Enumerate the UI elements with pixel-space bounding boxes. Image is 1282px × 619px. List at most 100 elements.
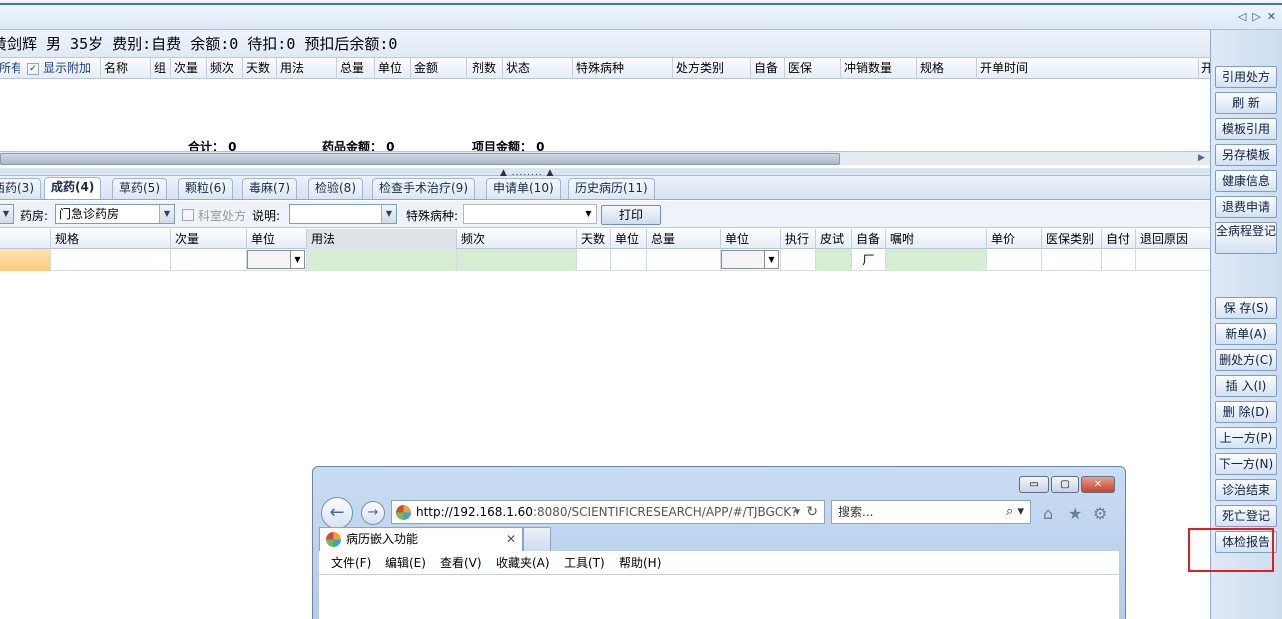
column-header[interactable]: 规格 [50, 229, 170, 249]
health-info-button[interactable]: 健康信息 [1215, 170, 1277, 192]
refresh-icon[interactable]: ↻ [806, 501, 818, 523]
total-unit-cell[interactable]: ▼ [720, 249, 780, 271]
column-header[interactable]: 单位 [374, 58, 410, 79]
print-button[interactable]: 打印 [601, 205, 661, 225]
column-header[interactable]: 金额 [410, 58, 466, 79]
column-header[interactable]: 剂数 [466, 58, 502, 79]
self-prep-checkbox[interactable]: 厂 [851, 249, 885, 271]
column-header[interactable]: 状态 [502, 58, 572, 79]
refund-request-button[interactable]: 退费申请 [1215, 196, 1277, 218]
prev-combo[interactable]: ▼ [0, 204, 14, 224]
column-header[interactable]: 组 [150, 58, 170, 79]
column-header[interactable]: 频次 [456, 229, 576, 249]
menu-tools[interactable]: 工具(T) [564, 551, 605, 575]
horizontal-scrollbar[interactable]: ▶ [0, 151, 1210, 165]
home-icon[interactable]: ⌂ [1043, 504, 1053, 523]
show-extra-checkbox[interactable]: ✓ [26, 58, 40, 79]
finish-treatment-button[interactable]: 诊治结束 [1215, 479, 1277, 501]
refresh-button[interactable]: 刷 新 [1215, 92, 1277, 114]
scroll-right-icon[interactable]: ▷ [1252, 10, 1260, 24]
column-header[interactable]: 单位 [246, 229, 306, 249]
column-header[interactable]: 单位 [610, 229, 646, 249]
column-header[interactable]: 自备 [851, 229, 885, 249]
frequency-cell[interactable] [456, 249, 576, 271]
column-header[interactable]: 次量 [170, 229, 246, 249]
column-header[interactable]: 用法 [276, 58, 336, 79]
special-disease-select[interactable]: ▼ [463, 204, 597, 224]
total-unit-select[interactable]: ▼ [721, 250, 779, 269]
save-button[interactable]: 保 存(S) [1215, 297, 1277, 319]
browser-tab[interactable]: 病历嵌入功能 ✕ [319, 527, 523, 551]
insurance-type-cell[interactable] [1041, 249, 1101, 271]
menu-help[interactable]: 帮助(H) [619, 551, 661, 575]
column-header[interactable]: 天数 [242, 58, 276, 79]
column-header[interactable]: 开 [1198, 58, 1210, 79]
column-header[interactable]: 天数 [576, 229, 610, 249]
column-header[interactable]: 冲销数量 [840, 58, 916, 79]
physical-exam-report-button[interactable]: 体检报告 [1215, 531, 1277, 553]
column-header[interactable]: 开单时间 [976, 58, 1198, 79]
column-header[interactable]: 规格 [916, 58, 976, 79]
column-header[interactable]: 嘱咐 [885, 229, 986, 249]
unit-cell[interactable]: ▼ [246, 249, 306, 271]
tab-close-icon[interactable]: ✕ [506, 528, 516, 550]
maximize-button[interactable]: ▢ [1051, 476, 1079, 493]
tab-western-medicine[interactable]: 西药(3) [0, 178, 41, 199]
days-cell[interactable] [576, 249, 610, 271]
instructions-cell[interactable] [885, 249, 986, 271]
minimize-button[interactable]: ▭ [1019, 476, 1049, 493]
show-all-label[interactable]: 所有 [0, 58, 20, 79]
delete-button[interactable]: 删 除(D) [1215, 401, 1277, 423]
dept-prescription-checkbox[interactable] [182, 209, 194, 221]
tab-granules[interactable]: 颗粒(6) [178, 178, 233, 199]
unit-select[interactable]: ▼ [247, 250, 305, 269]
chevron-down-icon[interactable]: ▾ [794, 501, 800, 523]
tab-lab-tests[interactable]: 检验(8) [308, 178, 363, 199]
column-header[interactable]: 单价 [986, 229, 1041, 249]
cite-prescription-button[interactable]: 引用处方 [1215, 66, 1277, 88]
search-icon[interactable]: ⌕ ▾ [1006, 501, 1024, 523]
column-header[interactable]: 自付 [1101, 229, 1135, 249]
close-icon[interactable]: ✕ [1267, 10, 1276, 24]
search-input[interactable]: 搜索... ⌕ ▾ [831, 500, 1031, 524]
usage-cell[interactable] [306, 249, 456, 271]
settings-icon[interactable]: ⚙ [1093, 504, 1107, 523]
self-pay-cell[interactable] [1101, 249, 1135, 271]
total-cell[interactable] [646, 249, 720, 271]
column-header[interactable]: 次量 [170, 58, 206, 79]
column-header[interactable]: 皮试 [815, 229, 851, 249]
pharmacy-select[interactable]: 门急诊药房 ▼ [55, 204, 175, 224]
tab-patent-medicine[interactable]: 成药(4) [44, 177, 102, 199]
column-header[interactable]: 频次 [206, 58, 242, 79]
return-reason-cell[interactable] [1135, 249, 1210, 271]
menu-favorites[interactable]: 收藏夹(A) [496, 551, 550, 575]
back-button[interactable]: ← [321, 497, 353, 529]
row-name-cell[interactable] [0, 249, 50, 271]
column-header[interactable]: 退回原因 [1135, 229, 1210, 249]
death-register-button[interactable]: 死亡登记 [1215, 505, 1277, 527]
scroll-left-icon[interactable]: ◁ [1238, 10, 1246, 24]
delete-prescription-button[interactable]: 删处方(C) [1215, 349, 1277, 371]
column-header[interactable]: 医保 [784, 58, 840, 79]
scrollbar-thumb[interactable] [0, 153, 840, 165]
column-header[interactable]: 单位 [720, 229, 780, 249]
price-cell[interactable] [986, 249, 1041, 271]
splitter[interactable]: ▲ ........ ▲ [0, 168, 1210, 178]
tab-narcotics[interactable]: 毒麻(7) [242, 178, 297, 199]
new-order-button[interactable]: 新单(A) [1215, 323, 1277, 345]
column-header[interactable]: 用法 [306, 229, 456, 249]
column-header[interactable]: 总量 [336, 58, 374, 79]
window-close-button[interactable]: ✕ [1081, 476, 1115, 493]
previous-prescription-button[interactable]: 上一方(P) [1215, 427, 1277, 449]
unit-cell[interactable] [610, 249, 646, 271]
column-header[interactable]: 自备 [750, 58, 784, 79]
dose-cell[interactable] [170, 249, 246, 271]
tab-history-records[interactable]: 历史病历(11) [568, 178, 655, 199]
next-prescription-button[interactable]: 下一方(N) [1215, 453, 1277, 475]
execute-cell[interactable] [780, 249, 815, 271]
skin-test-cell[interactable] [815, 249, 851, 271]
menu-edit[interactable]: 编辑(E) [385, 551, 426, 575]
column-header[interactable]: 特殊病种 [572, 58, 672, 79]
tab-herbal-medicine[interactable]: 草药(5) [112, 178, 167, 199]
table-row[interactable]: ▼ ▼ 厂 [0, 249, 1210, 271]
